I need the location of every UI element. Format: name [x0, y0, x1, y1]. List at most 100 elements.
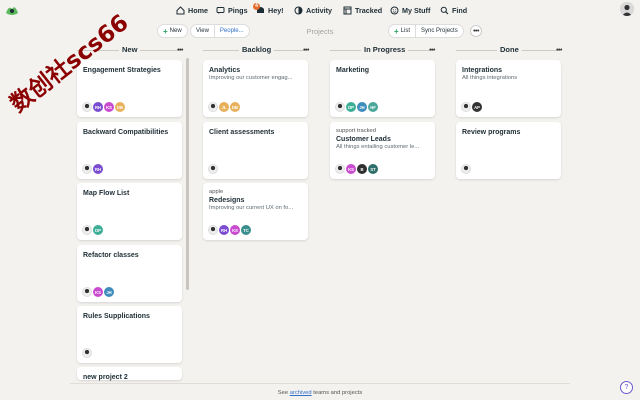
card-title: Map Flow List	[83, 190, 130, 197]
card-title: Integrations	[462, 67, 503, 74]
person-avatar-initials[interactable]: AP	[472, 102, 482, 112]
column-in-progress-more-button[interactable]: •••	[426, 44, 438, 56]
card-description: Improving our customer engag...	[209, 75, 293, 81]
nav-activity[interactable]: Activity	[294, 4, 332, 16]
project-card[interactable]: Backward Compatibilities RH	[77, 122, 182, 179]
tracked-icon	[343, 6, 352, 15]
person-avatar-initials[interactable]: TC	[241, 225, 251, 235]
new-project-button[interactable]: + New	[157, 24, 188, 38]
card-avatars	[461, 164, 471, 174]
archived-link[interactable]: archived	[290, 390, 312, 396]
person-avatar[interactable]	[335, 164, 345, 174]
card-avatars: KS B ST	[335, 164, 378, 174]
person-avatar-initials[interactable]: B	[357, 164, 367, 174]
nav-pings[interactable]: Pings	[216, 4, 248, 16]
top-nav: Home Pings 4 Hey! Activity Tracked My St…	[0, 0, 640, 20]
person-avatar-initials[interactable]: DP	[93, 225, 103, 235]
card-title: Refactor classes	[83, 252, 139, 259]
person-avatar[interactable]	[82, 348, 92, 358]
nav-home-label: Home	[188, 5, 208, 15]
nav-hey[interactable]: 4 Hey!	[253, 2, 284, 16]
card-title: Rules Supplications	[83, 313, 150, 320]
person-avatar[interactable]	[208, 164, 218, 174]
nav-find[interactable]: Find	[440, 4, 467, 16]
person-avatar[interactable]	[208, 102, 218, 112]
column-scrollbar[interactable]	[186, 58, 189, 290]
person-avatar-initials[interactable]: ST	[368, 164, 378, 174]
person-avatar-initials[interactable]: RH	[93, 164, 103, 174]
column-backlog-more-button[interactable]: •••	[300, 44, 312, 56]
person-avatar[interactable]	[82, 287, 92, 297]
card-avatars: RH	[82, 164, 103, 174]
project-card[interactable]: Analytics Improving our customer engag..…	[203, 60, 308, 117]
person-avatar-initials[interactable]: RH	[219, 225, 229, 235]
person-avatar[interactable]	[461, 164, 471, 174]
person-avatar[interactable]	[208, 225, 218, 235]
person-avatar[interactable]	[82, 102, 92, 112]
person-avatar[interactable]	[82, 225, 92, 235]
view-button[interactable]: View	[191, 25, 214, 37]
person-avatar-initials[interactable]: KS	[104, 102, 114, 112]
card-title: Client assessments	[209, 129, 275, 136]
column-title-new: New	[119, 43, 141, 55]
column-title-backlog: Backlog	[239, 43, 275, 55]
person-avatar-initials[interactable]: JL	[219, 102, 229, 112]
project-card[interactable]: apple Redesigns Improving our current UX…	[203, 183, 308, 240]
person-avatar-initials[interactable]: HF	[368, 102, 378, 112]
projects-toolbar: Projects + New View People... + List Sync …	[0, 24, 640, 40]
project-card[interactable]: Refactor classes KS JH	[77, 245, 182, 302]
person-avatar-initials[interactable]: JH	[104, 287, 114, 297]
card-kicker: apple	[209, 189, 224, 195]
person-avatar-initials[interactable]: KS	[230, 225, 240, 235]
person-avatar-initials[interactable]: RH	[93, 102, 103, 112]
person-avatar-initials[interactable]: KS	[346, 164, 356, 174]
project-card[interactable]: Engagement Strategies RH KS DB	[77, 60, 182, 117]
current-user-avatar[interactable]	[620, 2, 634, 16]
list-sync-group[interactable]: + List Sync Projects	[388, 24, 464, 38]
card-avatars: AP	[461, 102, 482, 112]
sync-projects-button[interactable]: Sync Projects	[415, 25, 463, 37]
nav-my-stuff[interactable]: My Stuff	[390, 4, 430, 16]
nav-home[interactable]: Home	[176, 4, 208, 16]
footer-divider	[70, 383, 570, 384]
smiley-icon	[390, 6, 399, 15]
column-done-more-button[interactable]: •••	[553, 44, 565, 56]
card-avatars: RH KS DB	[82, 102, 125, 112]
project-card[interactable]: Integrations All things integrations AP	[456, 60, 561, 117]
column-title-in-progress: In Progress	[361, 43, 409, 55]
person-avatar[interactable]	[335, 102, 345, 112]
project-card[interactable]: Review programs	[456, 122, 561, 179]
card-avatars: DP JH HF	[335, 102, 378, 112]
nav-tracked[interactable]: Tracked	[343, 4, 382, 16]
people-filter-button[interactable]: People...	[213, 25, 249, 37]
hey-icon: 4	[253, 2, 265, 15]
toolbar-more-button[interactable]: •••	[470, 25, 482, 37]
person-avatar-initials[interactable]: DB	[115, 102, 125, 112]
card-avatars: RH KS TC	[208, 225, 251, 235]
card-avatars: JL DB	[208, 102, 240, 112]
new-project-segment[interactable]: + New	[158, 25, 187, 37]
view-switcher[interactable]: View People...	[190, 24, 250, 38]
project-card[interactable]: Rules Supplications	[77, 306, 182, 363]
project-card[interactable]: Client assessments	[203, 122, 308, 179]
person-avatar-initials[interactable]: DP	[346, 102, 356, 112]
person-avatar-initials[interactable]: KS	[93, 287, 103, 297]
list-button[interactable]: + List	[389, 25, 415, 37]
person-avatar[interactable]	[82, 164, 92, 174]
person-avatar[interactable]	[461, 102, 471, 112]
project-card[interactable]: support tracked Customer Leads All thing…	[330, 122, 435, 179]
card-avatars	[208, 164, 218, 174]
footer-archived: See archived teams and projects	[0, 390, 640, 396]
card-title: new project 2	[83, 374, 128, 381]
person-avatar-initials[interactable]: JH	[357, 102, 367, 112]
help-button[interactable]: ?	[620, 381, 633, 394]
card-title: Marketing	[336, 67, 370, 74]
footer-prefix: See	[277, 390, 289, 396]
project-card[interactable]: Map Flow List DP	[77, 183, 182, 240]
column-new-more-button[interactable]: •••	[174, 44, 186, 56]
basecamp-logo-icon[interactable]	[5, 3, 19, 16]
person-avatar-initials[interactable]: DB	[230, 102, 240, 112]
nav-activity-label: Activity	[306, 5, 332, 15]
project-card[interactable]: new project 2	[77, 367, 182, 381]
project-card[interactable]: Marketing DP JH HF	[330, 60, 435, 117]
